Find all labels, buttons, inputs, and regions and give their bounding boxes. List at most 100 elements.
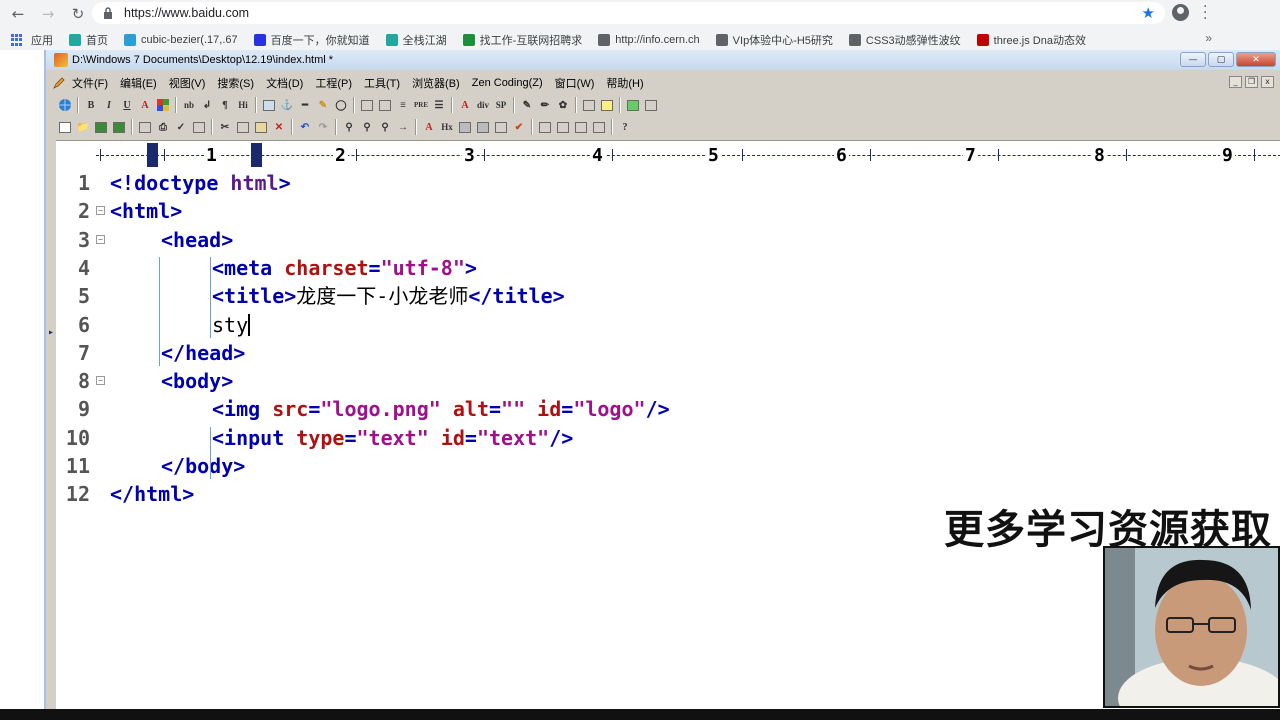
maximize-icon[interactable]: ▢ xyxy=(1208,52,1234,67)
more-menu-icon[interactable]: · · · xyxy=(1203,0,1207,26)
window-icon[interactable] xyxy=(536,118,554,136)
menu-item[interactable]: 帮助(H) xyxy=(606,75,643,91)
line-break-icon[interactable]: ↲ xyxy=(198,96,216,114)
cascade-icon[interactable] xyxy=(590,118,608,136)
italic-icon[interactable]: I xyxy=(100,96,118,114)
code-line[interactable]: 8− <body> xyxy=(56,367,1280,395)
code-line[interactable]: 5 <title>龙度一下-小龙老师</title> xyxy=(56,282,1280,310)
globe-icon[interactable] xyxy=(56,96,74,114)
fullscreen-icon[interactable] xyxy=(572,118,590,136)
menu-item[interactable]: 视图(V) xyxy=(169,75,206,91)
image-icon[interactable] xyxy=(260,96,278,114)
list-icon[interactable]: ☰ xyxy=(430,96,448,114)
color-grid-icon[interactable] xyxy=(154,96,172,114)
horizontal-rule-icon[interactable]: ━ xyxy=(296,96,314,114)
code-line[interactable]: 1 <!doctype html> xyxy=(56,169,1280,197)
template-icon[interactable] xyxy=(598,96,616,114)
font-color-icon[interactable]: A xyxy=(136,96,154,114)
close-icon[interactable]: ✕ xyxy=(1236,52,1276,67)
ruler-indent-marker[interactable] xyxy=(251,143,262,167)
brush-icon[interactable]: ✏ xyxy=(536,96,554,114)
redo-icon[interactable]: ↷ xyxy=(314,118,332,136)
heading-icon[interactable]: Hi xyxy=(234,96,252,114)
bold-icon[interactable]: B xyxy=(82,96,100,114)
code-line[interactable]: 3− <head> xyxy=(56,226,1280,254)
back-arrow-icon[interactable]: ← xyxy=(6,2,30,26)
bookmark-item[interactable]: 应用 xyxy=(0,32,53,48)
close-file-icon[interactable] xyxy=(136,118,154,136)
menu-item[interactable]: 浏览器(B) xyxy=(412,75,460,91)
bookmark-item[interactable]: 首页 xyxy=(69,32,108,48)
preview-icon[interactable] xyxy=(190,118,208,136)
menu-item[interactable]: Zen Coding(Z) xyxy=(472,77,543,89)
bookmark-item[interactable]: VIp体验中心-H5研究 xyxy=(715,32,833,48)
bookmarks-overflow-icon[interactable]: » xyxy=(1205,31,1212,45)
code-line[interactable]: 9 <img src="logo.png" alt="" id="logo"/> xyxy=(56,395,1280,423)
code-line[interactable]: 2− <html> xyxy=(56,197,1280,225)
font-size-icon[interactable]: A xyxy=(420,118,438,136)
menu-item[interactable]: 文件(F) xyxy=(72,75,108,91)
doc-close-icon[interactable]: x xyxy=(1261,76,1274,88)
undo-icon[interactable]: ↶ xyxy=(296,118,314,136)
menu-item[interactable]: 文档(D) xyxy=(266,75,303,91)
bookmark-star-icon[interactable]: ★ xyxy=(1142,4,1155,22)
address-url[interactable]: https://www.baidu.com xyxy=(124,6,249,20)
comment-icon[interactable]: ◯ xyxy=(332,96,350,114)
code-line[interactable]: 6 ▸ sty xyxy=(48,311,1280,339)
css-icon[interactable]: ✎ xyxy=(518,96,536,114)
marker-icon[interactable]: ✎ xyxy=(314,96,332,114)
bookmark-item[interactable]: 找工作-互联网招聘求 xyxy=(462,32,582,48)
replace-icon[interactable]: ⚲ xyxy=(358,118,376,136)
nbsp-icon[interactable]: nb xyxy=(180,96,198,114)
code-line[interactable]: 10 <input type="text" id="text"/> xyxy=(56,424,1280,452)
ruler-caret-marker[interactable] xyxy=(147,143,158,167)
form-icon[interactable] xyxy=(376,96,394,114)
code-line[interactable]: 4 <meta charset="utf-8"> xyxy=(56,254,1280,282)
menu-item[interactable]: 窗口(W) xyxy=(555,75,595,91)
indent-guides-icon[interactable] xyxy=(474,118,492,136)
doc-restore-icon[interactable]: ❐ xyxy=(1245,76,1258,88)
bookmark-item[interactable]: cubic-bezier(.17,.67 xyxy=(124,34,238,46)
address-bar[interactable]: https://www.baidu.com ★ xyxy=(92,2,1165,24)
align-icon[interactable]: ≡ xyxy=(394,96,412,114)
help-icon[interactable]: ? xyxy=(616,118,634,136)
find-icon[interactable]: ⚲ xyxy=(340,118,358,136)
wrap-icon[interactable] xyxy=(456,118,474,136)
anchor-icon[interactable]: ⚓ xyxy=(278,96,296,114)
view-icon[interactable] xyxy=(642,96,660,114)
find-in-files-icon[interactable]: ⚲ xyxy=(376,118,394,136)
hex-icon[interactable]: Hx xyxy=(438,118,456,136)
delete-icon[interactable]: ✕ xyxy=(270,118,288,136)
spellcheck-icon[interactable]: ✓ xyxy=(172,118,190,136)
minimize-icon[interactable]: — xyxy=(1180,52,1206,67)
goto-line-icon[interactable]: → xyxy=(394,118,412,136)
code-editor[interactable]: 1 <!doctype html> 2− <html> 3− <head> 4 <meta c… xyxy=(48,168,1280,720)
open-folder-icon[interactable]: 📁 xyxy=(74,118,92,136)
menu-item[interactable]: 搜索(S) xyxy=(217,75,254,91)
abc-spell-icon[interactable] xyxy=(492,118,510,136)
new-file-icon[interactable] xyxy=(56,118,74,136)
reload-icon[interactable]: ↻ xyxy=(66,2,90,26)
div-icon[interactable]: div xyxy=(474,96,492,114)
paste-icon[interactable] xyxy=(252,118,270,136)
pre-icon[interactable]: PRE xyxy=(412,96,430,114)
paragraph-icon[interactable]: ¶ xyxy=(216,96,234,114)
menu-item[interactable]: 工具(T) xyxy=(364,75,400,91)
underline-icon[interactable]: U xyxy=(118,96,136,114)
code-line[interactable]: 11 </body> xyxy=(56,452,1280,480)
code-line[interactable]: 7 </head> xyxy=(56,339,1280,367)
profile-avatar-icon[interactable] xyxy=(1172,4,1189,21)
split-icon[interactable] xyxy=(554,118,572,136)
fold-toggle-icon[interactable]: − xyxy=(96,206,105,216)
bookmark-item[interactable]: 全栈江湖 xyxy=(385,32,447,48)
table-icon[interactable] xyxy=(358,96,376,114)
font-icon[interactable]: A xyxy=(456,96,474,114)
frame-icon[interactable] xyxy=(580,96,598,114)
fold-toggle-icon[interactable]: − xyxy=(96,376,105,386)
save-all-icon[interactable] xyxy=(110,118,128,136)
color-picker-icon[interactable] xyxy=(624,96,642,114)
copy-icon[interactable] xyxy=(234,118,252,136)
doc-minimize-icon[interactable]: _ xyxy=(1229,76,1242,88)
menu-item[interactable]: 工程(P) xyxy=(315,75,352,91)
bookmark-item[interactable]: three.js Dna动态效 xyxy=(976,32,1086,48)
